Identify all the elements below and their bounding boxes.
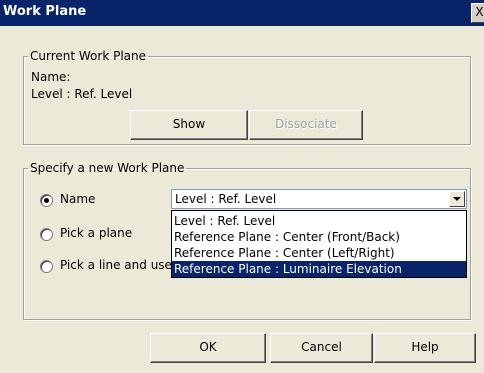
close-icon: X xyxy=(475,5,484,19)
dropdown-item-luminaire-elevation[interactable]: Reference Plane : Luminaire Elevation xyxy=(172,261,466,277)
work-plane-name-select[interactable]: Level : Ref. Level xyxy=(171,189,467,209)
radio-selected-dot xyxy=(44,198,49,203)
chevron-down-icon[interactable] xyxy=(449,191,465,207)
dropdown-item-level-ref[interactable]: Level : Ref. Level xyxy=(172,213,466,229)
current-plane-value: Level : Ref. Level xyxy=(31,87,133,101)
pick-plane-radio[interactable] xyxy=(40,228,53,241)
specify-work-plane-legend: Specify a new Work Plane xyxy=(30,161,185,175)
name-label: Name: xyxy=(31,70,71,84)
cancel-button[interactable]: Cancel xyxy=(270,333,373,363)
ok-button[interactable]: OK xyxy=(150,333,266,363)
show-button[interactable]: Show xyxy=(130,110,248,140)
work-plane-dropdown-list: Level : Ref. Level Reference Plane : Cen… xyxy=(171,210,467,278)
pick-line-radio-label[interactable]: Pick a line and use xyxy=(60,258,172,272)
dissociate-button[interactable]: Dissociate xyxy=(249,110,363,140)
title-bar: Work Plane X xyxy=(0,0,484,26)
close-button[interactable]: X xyxy=(471,3,484,23)
name-radio[interactable] xyxy=(40,194,53,207)
dropdown-item-center-front-back[interactable]: Reference Plane : Center (Front/Back) xyxy=(172,229,466,245)
help-button[interactable]: Help xyxy=(374,333,476,363)
dropdown-item-center-left-right[interactable]: Reference Plane : Center (Left/Right) xyxy=(172,245,466,261)
pick-line-radio[interactable] xyxy=(40,260,53,273)
select-value: Level : Ref. Level xyxy=(175,192,277,206)
current-work-plane-legend: Current Work Plane xyxy=(30,49,146,63)
name-radio-label[interactable]: Name xyxy=(60,192,95,206)
window-title: Work Plane xyxy=(3,4,87,19)
pick-plane-radio-label[interactable]: Pick a plane xyxy=(60,226,132,240)
